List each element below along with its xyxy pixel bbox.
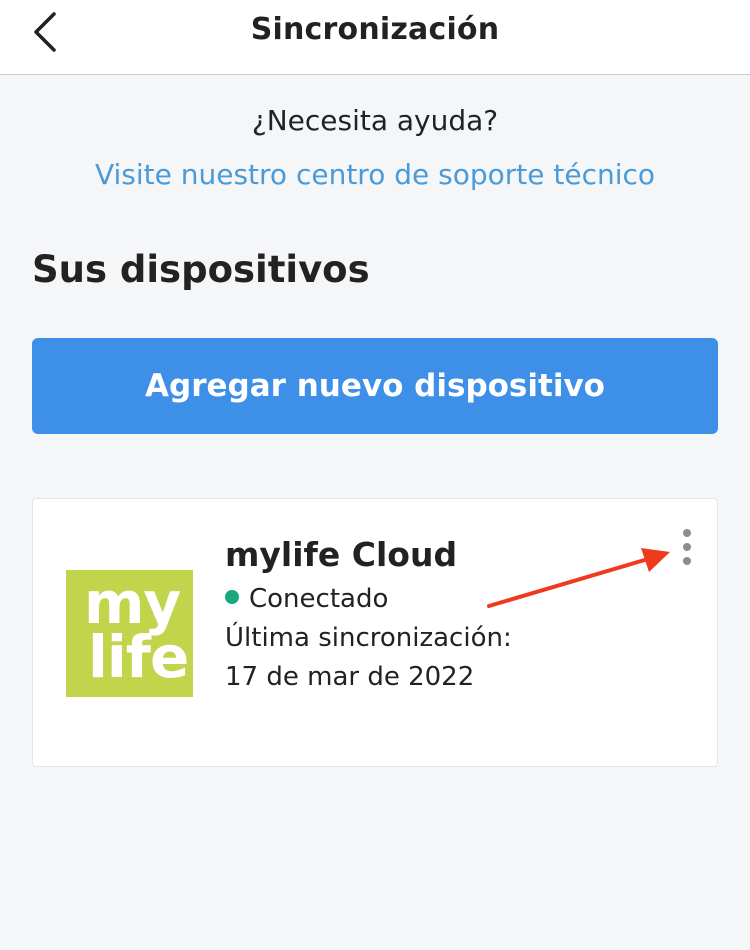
last-sync-date: 17 de mar de 2022 [225, 662, 475, 692]
support-center-link[interactable]: Visite nuestro centro de soporte técnico [0, 158, 750, 191]
device-card[interactable]: my life mylife Cloud Conectado Última si… [32, 498, 718, 767]
status-text: Conectado [249, 584, 389, 614]
last-sync-label: Última sincronización: [225, 623, 512, 653]
device-name: mylife Cloud [225, 535, 458, 574]
logo-text-life: life [88, 623, 189, 691]
annotation-arrow [487, 548, 670, 608]
help-question: ¿Necesita ayuda? [251, 104, 499, 137]
status-dot-icon [225, 590, 239, 604]
page-title: Sincronización [250, 12, 500, 47]
device-menu-button[interactable] [673, 527, 701, 567]
top-bar: Sincronización [0, 0, 750, 75]
device-logo: my life [66, 570, 193, 697]
devices-section-title: Sus dispositivos [32, 248, 370, 291]
connection-status: Conectado [225, 584, 388, 614]
add-device-button[interactable]: Agregar nuevo dispositivo [32, 338, 718, 434]
